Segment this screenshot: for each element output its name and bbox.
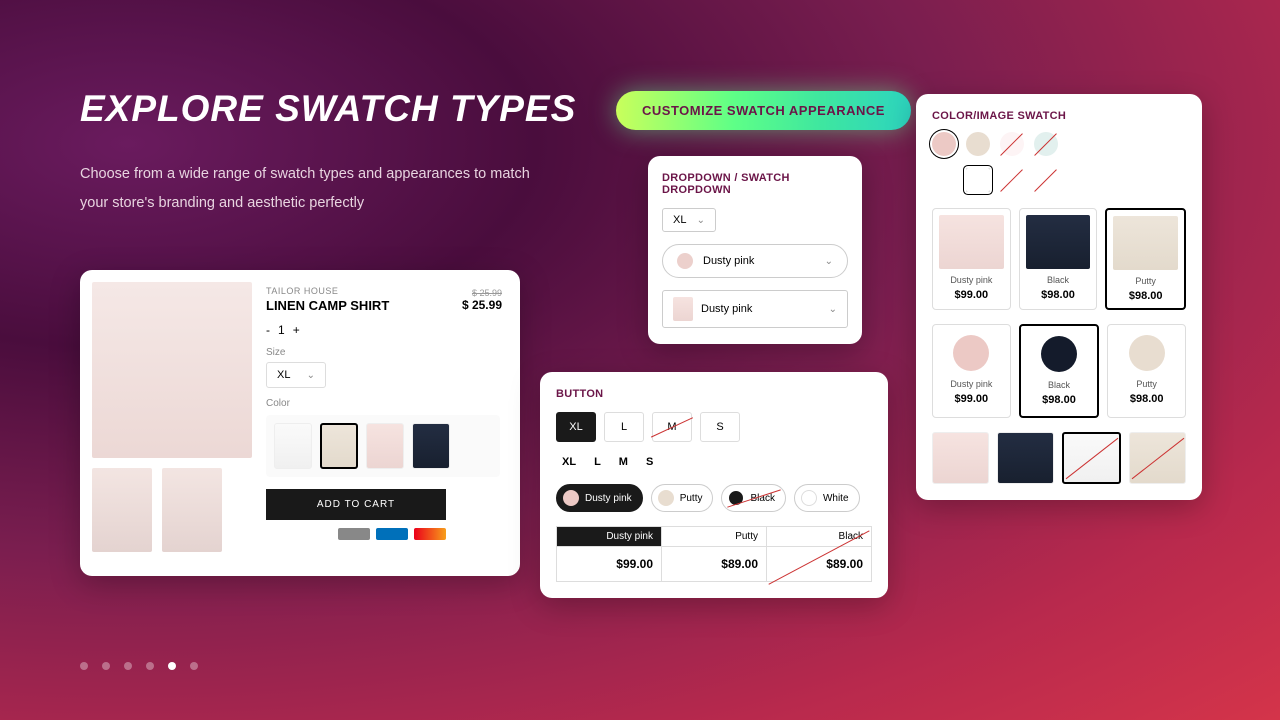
page-dot-active[interactable] — [168, 662, 176, 670]
size-button-unavailable[interactable]: M — [652, 412, 692, 442]
color-image-swatch-card: COLOR/IMAGE SWATCH Dusty pink$99.00 Blac… — [916, 94, 1202, 500]
payment-icons — [266, 528, 446, 540]
product-image-thumb[interactable] — [162, 468, 222, 552]
size-select[interactable]: XL⌄ — [266, 362, 326, 388]
swatch-circle-icon — [801, 490, 817, 506]
qty-plus[interactable]: + — [293, 323, 300, 337]
size-text[interactable]: L — [594, 456, 601, 468]
page-dot[interactable] — [102, 662, 110, 670]
swatch-pink[interactable] — [366, 423, 404, 469]
chevron-down-icon: ⌄ — [825, 256, 833, 267]
size-label: Size — [266, 347, 500, 358]
size-button[interactable]: L — [604, 412, 644, 442]
swatch-thumb-icon — [673, 297, 693, 321]
size-text[interactable]: M — [619, 456, 628, 468]
qty-value: 1 — [278, 323, 285, 337]
swatch-putty[interactable] — [320, 423, 358, 469]
color-card[interactable]: Dusty pink$99.00 — [932, 324, 1011, 418]
color-pill[interactable]: Dusty pink — [556, 484, 643, 512]
color-square-unavailable[interactable] — [1000, 168, 1024, 192]
hero-title: EXPLORE SWATCH TYPES — [80, 88, 576, 130]
color-pill[interactable]: White — [794, 484, 860, 512]
swatch-circle-icon — [728, 490, 744, 506]
color-circle[interactable] — [966, 132, 990, 156]
image-swatch-unavailable[interactable] — [1129, 432, 1186, 484]
dropdown-card: DROPDOWN / SWATCH DROPDOWN XL⌄ Dusty pin… — [648, 156, 862, 344]
image-swatch[interactable] — [932, 432, 989, 484]
card-title: BUTTON — [556, 388, 872, 400]
product-swatch-card[interactable]: Black$98.00 — [1019, 208, 1098, 310]
card-title: COLOR/IMAGE SWATCH — [932, 110, 1186, 122]
color-circle[interactable] — [932, 132, 956, 156]
product-image-main — [92, 282, 252, 458]
swatch-circle-icon — [658, 490, 674, 506]
price-cell-unavailable[interactable]: Black$89.00 — [767, 527, 871, 581]
price-original: $ 25.99 — [462, 288, 502, 298]
hero-subtitle: Choose from a wide range of swatch types… — [80, 160, 560, 218]
price-cell[interactable]: Dusty pink$99.00 — [557, 527, 662, 581]
size-text[interactable]: S — [646, 456, 653, 468]
swatch-white[interactable] — [274, 423, 312, 469]
chevron-down-icon: ⌄ — [307, 370, 315, 381]
price-sale: $ 25.99 — [462, 298, 502, 312]
mastercard-icon — [414, 528, 446, 540]
color-square[interactable] — [966, 168, 990, 192]
chevron-down-icon: ⌄ — [697, 215, 705, 226]
color-dropdown-pill[interactable]: Dusty pink⌄ — [662, 244, 848, 278]
color-circle-unavailable[interactable] — [1034, 132, 1058, 156]
color-card[interactable]: Black$98.00 — [1019, 324, 1100, 418]
page-dots — [80, 662, 198, 670]
price-cell[interactable]: Putty$89.00 — [662, 527, 767, 581]
page-dot[interactable] — [124, 662, 132, 670]
color-pill[interactable]: Putty — [651, 484, 714, 512]
add-to-cart-button[interactable]: ADD TO CART — [266, 489, 446, 520]
color-pill-unavailable[interactable]: Black — [721, 484, 785, 512]
page-dot[interactable] — [146, 662, 154, 670]
card-title: DROPDOWN / SWATCH DROPDOWN — [662, 172, 848, 196]
size-button[interactable]: XL — [556, 412, 596, 442]
size-button[interactable]: S — [700, 412, 740, 442]
swatch-circle-icon — [677, 253, 693, 269]
color-swatch-row — [266, 415, 500, 477]
paypal-icon — [376, 528, 408, 540]
qty-minus[interactable]: - — [266, 323, 270, 337]
size-dropdown[interactable]: XL⌄ — [662, 208, 716, 232]
product-swatch-card[interactable]: Putty$98.00 — [1105, 208, 1186, 310]
size-text[interactable]: XL — [562, 456, 576, 468]
image-swatch[interactable] — [997, 432, 1054, 484]
product-swatch-card[interactable]: Dusty pink$99.00 — [932, 208, 1011, 310]
swatch-circle-icon — [563, 490, 579, 506]
color-dropdown-rect[interactable]: Dusty pink⌄ — [662, 290, 848, 328]
swatch-navy[interactable] — [412, 423, 450, 469]
product-preview-card: TAILOR HOUSE LINEN CAMP SHIRT $ 25.99 $ … — [80, 270, 520, 576]
page-dot[interactable] — [80, 662, 88, 670]
product-image-thumb[interactable] — [92, 468, 152, 552]
color-square-unavailable[interactable] — [1034, 168, 1058, 192]
chevron-down-icon: ⌄ — [829, 304, 837, 315]
page-dot[interactable] — [190, 662, 198, 670]
color-circle-unavailable[interactable] — [1000, 132, 1024, 156]
payment-icon — [338, 528, 370, 540]
color-square[interactable] — [932, 168, 956, 192]
customize-cta[interactable]: CUSTOMIZE SWATCH APPEARANCE — [616, 91, 911, 130]
image-swatch-unavailable[interactable] — [1062, 432, 1121, 484]
button-card: BUTTON XL L M S XL L M S Dusty pink Putt… — [540, 372, 888, 598]
color-label: Color — [266, 398, 500, 409]
color-card[interactable]: Putty$98.00 — [1107, 324, 1186, 418]
